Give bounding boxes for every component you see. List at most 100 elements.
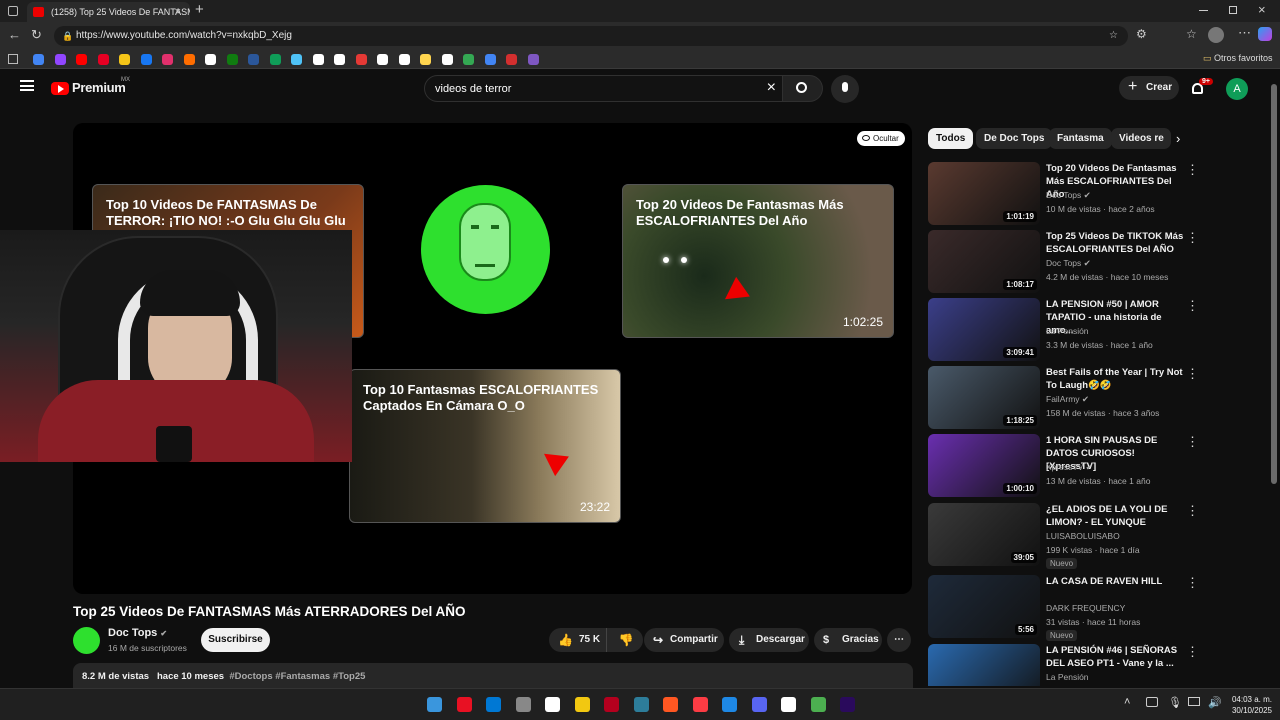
video-thumbnail[interactable]: 1:18:25	[928, 366, 1040, 429]
video-channel[interactable]: FailArmy ✔	[1046, 394, 1089, 405]
hamburger-menu-icon[interactable]	[20, 80, 34, 91]
more-vert-icon[interactable]: ⋮	[1186, 162, 1199, 178]
more-vert-icon[interactable]: ⋮	[1186, 503, 1199, 519]
more-vert-icon[interactable]: ⋮	[1186, 575, 1199, 591]
endscreen-video-card[interactable]: Top 10 Fantasmas ESCALOFRIANTES Captados…	[349, 369, 621, 523]
close-tab-icon[interactable]: ×	[175, 2, 181, 22]
more-vert-icon[interactable]: ⋮	[1186, 366, 1199, 382]
share-button[interactable]: ↪ Compartir	[644, 628, 724, 652]
bookmark-twitch-icon[interactable]	[54, 54, 66, 65]
download-button[interactable]: ⤓ Descargar	[729, 628, 809, 652]
video-title[interactable]: Best Fails of the Year | Try Not To Laug…	[1046, 366, 1186, 392]
bookmark-app-icon[interactable]	[312, 54, 324, 65]
apple-music-icon[interactable]	[692, 697, 708, 712]
notifications-button[interactable]: 9+	[1190, 78, 1213, 97]
dislike-button[interactable]: 👎	[609, 628, 643, 652]
recommended-video[interactable]: 1:01:19 Top 20 Videos De Fantasmas Más ES…	[928, 162, 1268, 226]
video-channel[interactable]: XpressTV ✔	[1046, 462, 1093, 473]
file-explorer-icon[interactable]	[574, 697, 590, 712]
more-vert-icon[interactable]: ⋮	[1186, 434, 1199, 450]
chrome-icon[interactable]	[810, 697, 826, 712]
search-input[interactable]: videos de terror ×	[424, 75, 783, 102]
video-thumbnail[interactable]: 1:08:17	[928, 230, 1040, 293]
voice-search-button[interactable]	[831, 75, 859, 103]
search-button[interactable]	[783, 75, 823, 102]
bookmark-figure-icon[interactable]	[463, 54, 474, 65]
favorite-star-icon[interactable]: ☆	[1109, 26, 1118, 46]
avatar[interactable]: A	[1226, 78, 1248, 100]
tray-chevron-icon[interactable]: ˄	[1124, 696, 1130, 708]
video-thumbnail[interactable]: 39:05	[928, 503, 1040, 566]
like-button[interactable]: 👍 75 K	[549, 628, 607, 652]
bookmark-whatsapp-icon[interactable]	[334, 54, 345, 65]
bookmark-pinterest-icon[interactable]	[97, 54, 109, 65]
back-icon[interactable]: ←	[8, 27, 21, 42]
new-tab-button[interactable]: +	[195, 1, 204, 18]
bookmark-google-icon[interactable]	[33, 54, 44, 65]
more-options-icon[interactable]: ⋯	[1238, 25, 1251, 41]
bookmarks-app-icon[interactable]	[8, 54, 18, 64]
volume-icon[interactable]: 🔊	[1208, 696, 1222, 709]
openai-icon[interactable]	[781, 697, 796, 712]
bookmark-star-icon[interactable]	[420, 54, 431, 65]
bookmark-red-icon[interactable]	[355, 54, 367, 65]
browser-menu-icon[interactable]	[8, 6, 18, 16]
bookmark-imdb-icon[interactable]	[119, 54, 130, 65]
hide-endscreen-button[interactable]: Ocultar	[857, 131, 905, 146]
video-title[interactable]: LA CASA DE RAVEN HILL	[1046, 575, 1186, 588]
bookmark-nav-icon[interactable]	[398, 54, 410, 65]
netflix-icon[interactable]	[604, 697, 619, 712]
video-thumbnail[interactable]: 5:56	[928, 575, 1040, 638]
chip-todos[interactable]: Todos	[928, 128, 974, 149]
more-vert-icon[interactable]: ⋮	[1186, 644, 1199, 660]
profile-icon[interactable]	[1208, 27, 1224, 43]
video-title[interactable]: LA PENSIÓN #46 | SEÑORAS DEL ASEO PT1 - …	[1046, 644, 1186, 670]
browser-tab-active[interactable]: (1258) Top 25 Videos De FANTASM ×	[27, 2, 190, 22]
channel-subscribe-endscreen[interactable]	[421, 185, 550, 314]
chip-fantasma[interactable]: Fantasma	[1049, 128, 1112, 149]
recommended-video[interactable]: 1:08:17 Top 25 Videos De TIKTOK Más ESCAL…	[928, 230, 1268, 294]
recommended-video[interactable]: LA PENSIÓN #46 | SEÑORAS DEL ASEO PT1 - …	[928, 644, 1268, 686]
bookmark-facebook-icon[interactable]	[140, 54, 152, 65]
subscribe-button[interactable]: Suscribirse	[201, 628, 270, 652]
favorites-folder[interactable]: ▭ Otros favoritos	[1203, 53, 1273, 64]
description-box[interactable]: 8.2 M de vistas hace 10 meses #Doctops #…	[73, 663, 913, 688]
copilot-icon[interactable]	[1258, 27, 1272, 41]
settings-icon[interactable]	[515, 697, 531, 712]
page-scrollbar[interactable]	[1268, 70, 1280, 688]
bookmark-bird-icon[interactable]	[291, 54, 302, 65]
video-title[interactable]: Top 25 Videos De TIKTOK Más ESCALOFRIANT…	[1046, 230, 1186, 256]
bookmark-instagram-icon[interactable]	[162, 54, 173, 65]
minimize-icon[interactable]	[1199, 10, 1208, 11]
clock[interactable]: 04:03 a. m. 30/10/2025	[1222, 694, 1272, 716]
bookmark-x-icon[interactable]	[441, 54, 453, 65]
bookmark-clock-icon[interactable]	[205, 54, 216, 65]
chip-de-doc-tops[interactable]: De Doc Tops	[976, 128, 1053, 149]
refresh-icon[interactable]: ↻	[31, 27, 42, 43]
network-icon[interactable]	[1146, 697, 1158, 707]
video-title[interactable]: ¿EL ADIOS DE LA YOLI DE LIMON? - EL YUNQ…	[1046, 503, 1186, 529]
extensions-icon[interactable]: ⚙	[1136, 27, 1147, 41]
bookmark-chat-icon[interactable]	[269, 54, 281, 65]
video-thumbnail[interactable]	[928, 644, 1040, 686]
microphone-tray-icon[interactable]: 🎙	[1168, 696, 1182, 709]
display-icon[interactable]	[1188, 697, 1200, 706]
chatgpt-icon[interactable]	[545, 697, 560, 712]
video-channel[interactable]: LUISABOLUISABO	[1046, 531, 1120, 541]
video-channel[interactable]: Doc Tops ✔	[1046, 190, 1091, 201]
clear-search-icon[interactable]: ×	[767, 75, 776, 101]
bookmark-crunchyroll-icon[interactable]	[183, 54, 195, 65]
recommended-video[interactable]: 5:56 LA CASA DE RAVEN HILL DARK FREQUENCY 3…	[928, 575, 1268, 641]
discord-icon[interactable]	[751, 697, 767, 712]
more-vert-icon[interactable]: ⋮	[1186, 230, 1199, 246]
bookmark-maps-icon[interactable]	[484, 54, 496, 65]
premiere-icon[interactable]	[840, 697, 855, 712]
more-actions-button[interactable]: ⋯	[887, 628, 911, 652]
bookmark-youtube-icon[interactable]	[76, 54, 87, 65]
bookmark-teams-icon[interactable]	[248, 54, 259, 65]
chip-videos-relacionados[interactable]: Videos re	[1111, 128, 1171, 149]
channel-name[interactable]: Doc Tops ✔	[108, 627, 167, 639]
recommended-video[interactable]: 1:00:10 1 HORA SIN PAUSAS DE DATOS CURIOS…	[928, 434, 1268, 498]
channel-avatar[interactable]	[73, 627, 100, 654]
recommended-video[interactable]: 3:09:41 LA PENSION #50 | AMOR TAPATIO - u…	[928, 298, 1268, 362]
